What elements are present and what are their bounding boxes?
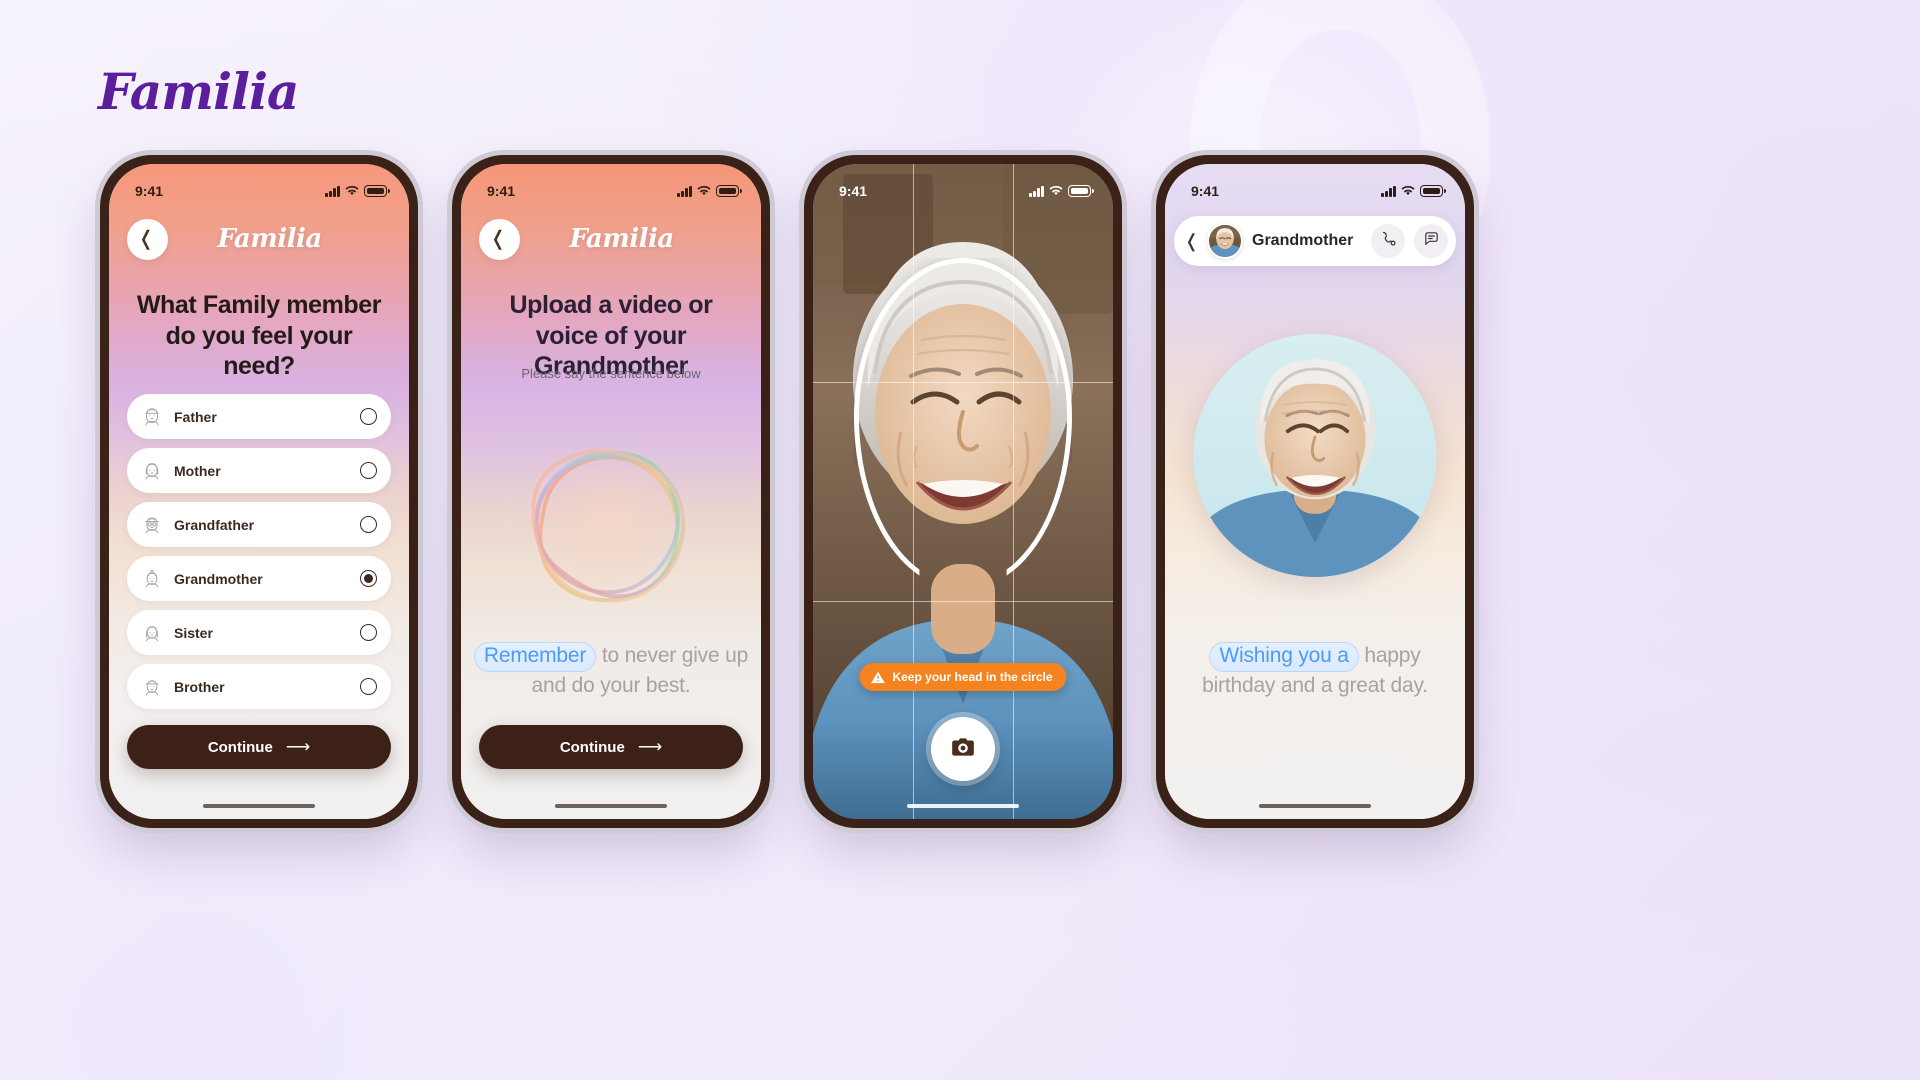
camera-icon: [950, 734, 976, 765]
phone-icon: [1380, 230, 1397, 252]
option-label: Sister: [174, 624, 213, 641]
grandmother-avatar[interactable]: [1207, 223, 1243, 259]
option-grandmother[interactable]: Grandmother: [127, 556, 391, 601]
phone-mockup-upload-voice: 9:41 ❬ Familia Upload a video or voice o…: [452, 155, 770, 828]
status-bar: 9:41: [109, 164, 409, 208]
profile-name: Grandmother: [1252, 232, 1354, 249]
option-sister[interactable]: Sister: [127, 610, 391, 655]
message-button[interactable]: [1414, 224, 1448, 258]
battery-icon: [716, 185, 742, 197]
status-icons: [1029, 185, 1094, 197]
status-icons: [1381, 185, 1446, 197]
home-indicator: [555, 803, 667, 808]
phone-mockup-select-family-member: 9:41 ❬ Familia What Family member do you…: [100, 155, 418, 828]
status-time: 9:41: [1191, 183, 1220, 199]
option-grandfather[interactable]: Grandfather: [127, 502, 391, 547]
option-brother[interactable]: Brother: [127, 664, 391, 709]
signal-icon: [1029, 185, 1044, 197]
voice-waveform-blob: [509, 432, 714, 612]
avatar-grandmother-icon: [141, 568, 163, 590]
option-radio-selected[interactable]: [360, 570, 377, 587]
home-indicator: [203, 803, 315, 808]
screen-select-family-member: 9:41 ❬ Familia What Family member do you…: [109, 164, 409, 819]
continue-label: Continue: [559, 738, 625, 756]
arrow-right-icon: ⟶: [285, 737, 311, 756]
camera-shutter-button[interactable]: [931, 717, 995, 781]
sentence-highlight: Remember: [473, 642, 597, 673]
family-member-option-list: Father Mother Grandfather Grandmother Si…: [127, 394, 391, 709]
status-bar: 9:41: [813, 164, 1113, 208]
message-icon: [1423, 230, 1440, 252]
phone-mockup-camera-capture: 9:41 Keep your head in the circle: [804, 155, 1122, 828]
profile-caption: Wishing you a happy birthday and a great…: [1177, 642, 1453, 701]
header-logo: Familia: [569, 224, 674, 254]
wifi-icon: [345, 185, 359, 197]
app-header: ❬ Familia: [109, 210, 409, 268]
option-radio[interactable]: [360, 678, 377, 695]
status-bar: 9:41: [461, 164, 761, 208]
option-radio[interactable]: [360, 462, 377, 479]
app-header: ❬ Familia: [461, 210, 761, 268]
battery-icon: [1068, 185, 1094, 197]
warning-triangle-icon: [870, 670, 885, 685]
status-icons: [325, 185, 390, 197]
header-logo: Familia: [217, 224, 322, 254]
call-button[interactable]: [1371, 224, 1405, 258]
signal-icon: [325, 185, 340, 197]
arrow-right-icon: ⟶: [637, 737, 663, 756]
camera-warning-badge: Keep your head in the circle: [859, 663, 1067, 691]
continue-label: Continue: [207, 738, 273, 756]
status-time: 9:41: [839, 183, 868, 199]
avatar-sister-icon: [141, 622, 163, 644]
avatar-father-icon: [141, 406, 163, 428]
chevron-left-icon[interactable]: ❬: [1184, 231, 1199, 252]
option-label: Mother: [174, 462, 221, 479]
status-icons: [677, 185, 742, 197]
status-time: 9:41: [487, 183, 516, 199]
option-radio[interactable]: [360, 408, 377, 425]
status-time: 9:41: [135, 183, 164, 199]
screen-camera-capture: 9:41 Keep your head in the circle: [813, 164, 1113, 819]
grandmother-portrait: [1193, 334, 1437, 577]
avatar-grandfather-icon: [141, 514, 163, 536]
page-subtitle: Please say the sentence below: [521, 366, 701, 381]
home-indicator: [1259, 803, 1371, 808]
option-label: Grandfather: [174, 516, 255, 533]
practice-sentence: Remember to never give up and do your be…: [473, 642, 749, 701]
battery-icon: [1420, 185, 1446, 197]
option-label: Father: [174, 408, 217, 425]
option-mother[interactable]: Mother: [127, 448, 391, 493]
avatar-brother-icon: [141, 676, 163, 698]
phone-mockup-grandmother-profile: 9:41 ❬ Grandmother Wishing you a happy b…: [1156, 155, 1474, 828]
option-label: Grandmother: [174, 570, 263, 587]
wifi-icon: [1401, 185, 1415, 197]
status-bar: 9:41: [1165, 164, 1465, 208]
grid-line-horizontal: [813, 600, 1113, 602]
option-father[interactable]: Father: [127, 394, 391, 439]
signal-icon: [677, 185, 692, 197]
familia-logo: Familia: [98, 62, 299, 121]
screen-upload-voice: 9:41 ❬ Familia Upload a video or voice o…: [461, 164, 761, 819]
profile-header-bar: ❬ Grandmother: [1174, 216, 1456, 266]
option-label: Brother: [174, 678, 225, 695]
battery-icon: [364, 185, 390, 197]
wifi-icon: [1049, 185, 1063, 197]
caption-highlight: Wishing you a: [1209, 642, 1359, 673]
screen-grandmother-profile: 9:41 ❬ Grandmother Wishing you a happy b…: [1165, 164, 1465, 819]
wifi-icon: [697, 185, 711, 197]
signal-icon: [1381, 185, 1396, 197]
avatar-mother-icon: [141, 460, 163, 482]
home-indicator: [907, 803, 1019, 808]
page-title: What Family member do you feel your need…: [136, 291, 382, 380]
option-radio[interactable]: [360, 624, 377, 641]
option-radio[interactable]: [360, 516, 377, 533]
camera-warning-text: Keep your head in the circle: [892, 670, 1053, 684]
continue-button[interactable]: Continue ⟶: [127, 725, 391, 769]
continue-button[interactable]: Continue ⟶: [479, 725, 743, 769]
